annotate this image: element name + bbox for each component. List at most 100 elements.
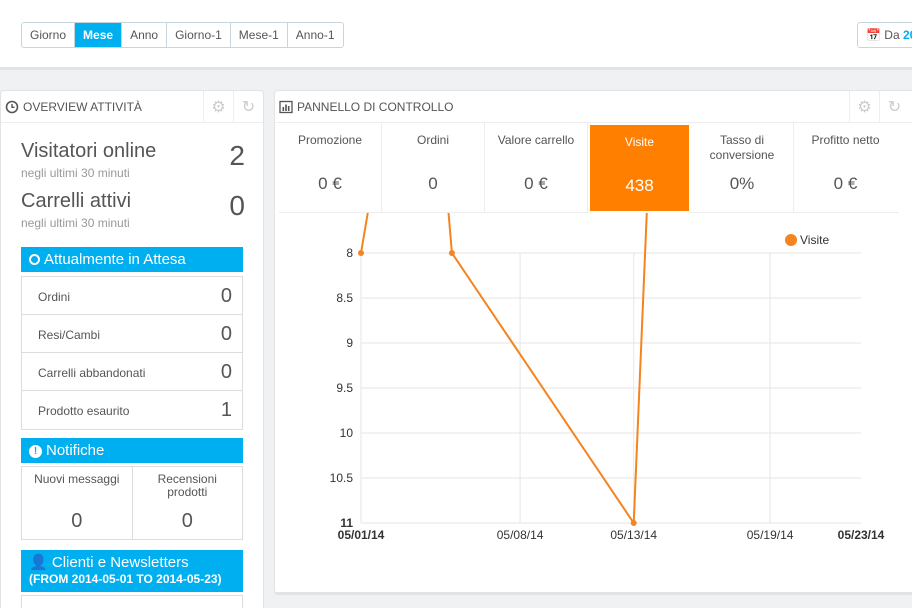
kpi-value: 0 € [524,174,548,193]
y-tick-label: 10 [340,426,354,440]
kpi-label: Tasso di conversione [709,133,775,162]
period-button-giorno[interactable]: Giorno [22,23,76,47]
pending-value: 0 [220,285,232,307]
period-button-mese-1[interactable]: Mese-1 [230,23,288,47]
kpi-label: Ordini [416,133,449,147]
kpi-tab[interactable]: Visite 438 [588,123,691,213]
pending-row[interactable]: Ordini 0 [22,277,242,315]
data-point[interactable] [448,250,455,256]
pending-value: 0 [220,361,232,383]
y-tick-label: 9.5 [336,381,353,395]
carts-sub: negli ultimi 30 minuti [21,216,130,230]
visitors-online: Visitatori online negli ultimi 30 minuti… [21,140,245,180]
clients-section-header: 👤 Clienti e Newsletters (FROM 2014-05-01… [21,550,243,592]
overview-tools: ⚙ ↻ [203,91,263,123]
bar-chart-icon [279,100,293,114]
y-tick-label: 8.5 [336,291,353,305]
pending-row[interactable]: Resi/Cambi 0 [22,315,242,353]
kpi-row: Promozione 0 € Ordini 0 Valore carrello 0 € Vi… [279,123,899,213]
visits-chart: 88.599.51010.51105/01/14 05/08/14 05/13/14… [330,213,885,542]
notifications-section-header: ! Notifiche [21,438,243,463]
period-button-mese[interactable]: Mese [75,23,123,47]
series-visite [358,213,648,527]
dashboard-tools: ⚙ ↻ [849,91,909,123]
date-range-button[interactable]: 📅 Da 20 [857,22,912,48]
pending-label: Prodotto esaurito [38,404,130,418]
visitors-label: Visitatori online [21,140,157,162]
pending-label: Resi/Cambi [38,328,101,342]
kpi-value: 0 [428,174,438,193]
calendar-icon: 📅 [866,28,881,42]
pending-title: Attualmente in Attesa [44,251,186,268]
notification-label: Recensioni prodotti [157,472,217,499]
pending-label: Carrelli abbandonati [38,366,146,380]
visitors-value: 2 [229,140,245,171]
dashboard-panel: PANNELLO DI CONTROLLO ⚙ ↻ Promozione 0 € O… [274,90,912,595]
clients-range: (FROM 2014-05-01 TO 2014-05-23) [29,572,222,586]
pending-label: Ordini [38,290,71,304]
notification-cell[interactable]: Recensioni prodotti 0 [133,467,243,539]
kpi-value: 0% [729,174,755,193]
x-tick-label: 05/01/14 [338,528,385,542]
pending-value: 1 [220,399,232,421]
top-toolbar: Giorno Mese Anno Giorno-1 Mese-1 Anno-1 📅 Da … [0,0,912,70]
kpi-tab[interactable]: Profitto netto 0 € [794,123,897,213]
active-carts: Carrelli attivi negli ultimi 30 minuti 0 [21,190,245,230]
period-selector: Giorno Mese Anno Giorno-1 Mese-1 Anno-1 [21,22,344,48]
pending-list: Ordini 0 Resi/Cambi 0 Carrelli abbandonati 0 P… [21,276,243,430]
overview-panel: OVERVIEW ATTIVITÀ ⚙ ↻ Visitatori online … [0,90,264,608]
kpi-value: 0 € [833,174,858,193]
period-button-anno[interactable]: Anno [122,23,168,47]
y-tick-label: 8 [346,246,353,260]
notification-value: 0 [71,510,83,532]
y-tick-label: 9 [346,336,353,350]
carts-label: Carrelli attivi [21,190,132,212]
notification-value: 0 [181,510,193,532]
pending-row[interactable]: Carrelli abbandonati 0 [22,353,242,391]
visitors-sub: negli ultimi 30 minuti [21,166,130,180]
clients-title: Clienti e Newsletters [51,554,189,571]
kpi-value: 0 € [318,174,342,193]
x-tick-label: 05/19/14 [747,528,794,542]
data-point[interactable] [358,250,364,256]
kpi-label: Visite [624,135,655,149]
carts-value: 0 [229,190,245,221]
kpi-label: Promozione [297,133,363,147]
clients-body [21,595,243,608]
clock-icon [5,100,19,114]
period-button-anno-1[interactable]: Anno-1 [287,23,343,47]
gear-icon[interactable]: ⚙ [203,91,233,123]
legend-swatch [785,234,797,246]
notifications-title: Notifiche [46,442,105,459]
dashboard-header: PANNELLO DI CONTROLLO [275,91,912,123]
kpi-tab[interactable]: Promozione 0 € [279,123,382,213]
kpi-label: Profitto netto [811,133,880,147]
kpi-value: 438 [625,176,654,195]
pending-value: 0 [220,323,232,345]
kpi-label: Valore carrello [497,133,575,147]
notifications-box: Nuovi messaggi 0 Recensioni prodotti 0 [21,466,243,540]
user-icon: 👤 [29,554,48,571]
notification-cell[interactable]: Nuovi messaggi 0 [22,467,133,539]
gear-icon[interactable]: ⚙ [849,91,879,123]
x-tick-label: 05/13/14 [610,528,657,542]
kpi-tab[interactable]: Ordini 0 [382,123,485,213]
date-range-label: Da [884,28,900,42]
pending-section-header: Attualmente in Attesa [21,247,243,272]
clock-icon [29,254,40,265]
data-point[interactable] [630,520,637,526]
x-tick-label: 05/23/14 [838,528,885,542]
refresh-icon[interactable]: ↻ [233,91,263,123]
notification-label: Nuovi messaggi [34,472,120,486]
dashboard-title: PANNELLO DI CONTROLLO [297,99,454,114]
refresh-icon[interactable]: ↻ [879,91,909,123]
legend-label: Visite [800,233,829,247]
x-tick-label: 05/08/14 [497,528,544,542]
date-range-value: 20 [902,28,912,42]
pending-row[interactable]: Prodotto esaurito 1 [22,391,242,429]
kpi-tab[interactable]: Valore carrello 0 € [485,123,588,213]
period-button-giorno-1[interactable]: Giorno-1 [167,23,231,47]
kpi-tab[interactable]: Tasso di conversione 0% [691,123,794,213]
y-tick-label: 10.5 [330,471,354,485]
overview-title: OVERVIEW ATTIVITÀ [23,99,142,114]
